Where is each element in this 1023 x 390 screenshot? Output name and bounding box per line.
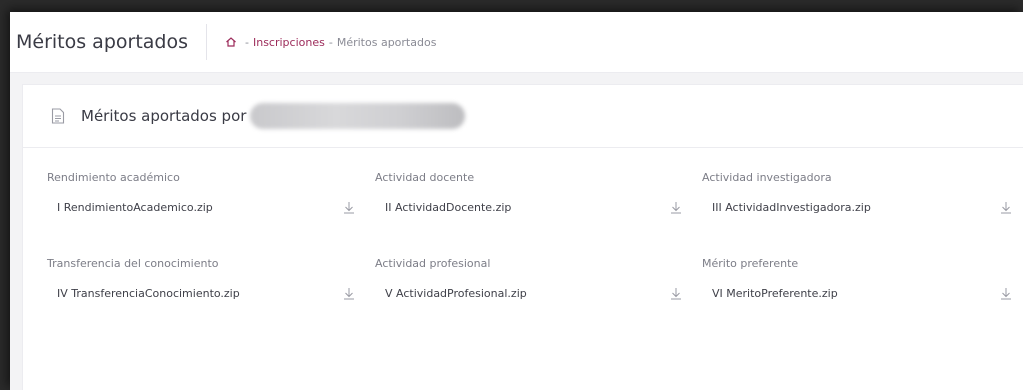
merit-file-name[interactable]: I RendimientoAcademico.zip [57,201,213,214]
merit-item: Transferencia del conocimiento IV Transf… [47,254,375,334]
download-icon[interactable] [1000,201,1012,214]
download-icon[interactable] [670,201,682,214]
header-divider [206,24,207,60]
merit-file-row: V ActividadProfesional.zip [375,274,702,312]
download-icon[interactable] [1000,287,1012,300]
merit-item: Actividad investigadora III ActividadInv… [702,168,1023,248]
merit-file-name[interactable]: II ActividadDocente.zip [385,201,511,214]
merit-file-row: I RendimientoAcademico.zip [47,188,375,226]
merit-file-name[interactable]: V ActividadProfesional.zip [385,287,527,300]
merit-label: Rendimiento académico [47,171,180,184]
merit-label: Actividad docente [375,171,475,184]
merit-item: Actividad docente II ActividadDocente.zi… [375,168,702,248]
merit-label: Actividad investigadora [702,171,832,184]
merit-label: Actividad profesional [375,257,491,270]
download-icon[interactable] [343,201,355,214]
merit-file-row: III ActividadInvestigadora.zip [702,188,1023,226]
breadcrumb-separator: - [245,35,249,49]
breadcrumb-link-inscripciones[interactable]: Inscripciones [253,36,325,49]
merit-label: Transferencia del conocimiento [47,257,219,270]
download-icon[interactable] [343,287,355,300]
merits-grid: Rendimiento académico I RendimientoAcade… [23,148,1023,334]
page-title: Méritos aportados [16,31,189,53]
breadcrumb-current: Méritos aportados [336,35,437,49]
merits-card: Méritos aportados por Rendimiento académ… [22,84,1023,390]
merit-item: Actividad profesional V ActividadProfesi… [375,254,702,334]
card-title: Méritos aportados por [81,107,247,125]
document-icon [51,108,65,124]
card-header: Méritos aportados por [23,85,1023,148]
merit-file-row: IV TransferenciaConocimiento.zip [47,274,375,312]
merit-file-name[interactable]: IV TransferenciaConocimiento.zip [57,287,240,300]
redacted-name [250,103,466,129]
home-icon[interactable] [225,36,237,48]
merit-file-row: II ActividadDocente.zip [375,188,702,226]
app-window: Méritos aportados - Inscripciones - Méri… [10,12,1023,390]
download-icon[interactable] [670,287,682,300]
merit-file-row: VI MeritoPreferente.zip [702,274,1023,312]
breadcrumb-separator: - [328,35,333,49]
merit-file-name[interactable]: VI MeritoPreferente.zip [712,287,838,300]
merit-label: Mérito preferente [702,257,799,270]
merit-item: Rendimiento académico I RendimientoAcade… [47,168,375,248]
breadcrumb: - Inscripciones - Méritos aportados [225,36,436,49]
page-header: Méritos aportados - Inscripciones - Méri… [10,12,1023,73]
merit-item: Mérito preferente VI MeritoPreferente.zi… [702,254,1023,334]
merit-file-name[interactable]: III ActividadInvestigadora.zip [712,201,871,214]
